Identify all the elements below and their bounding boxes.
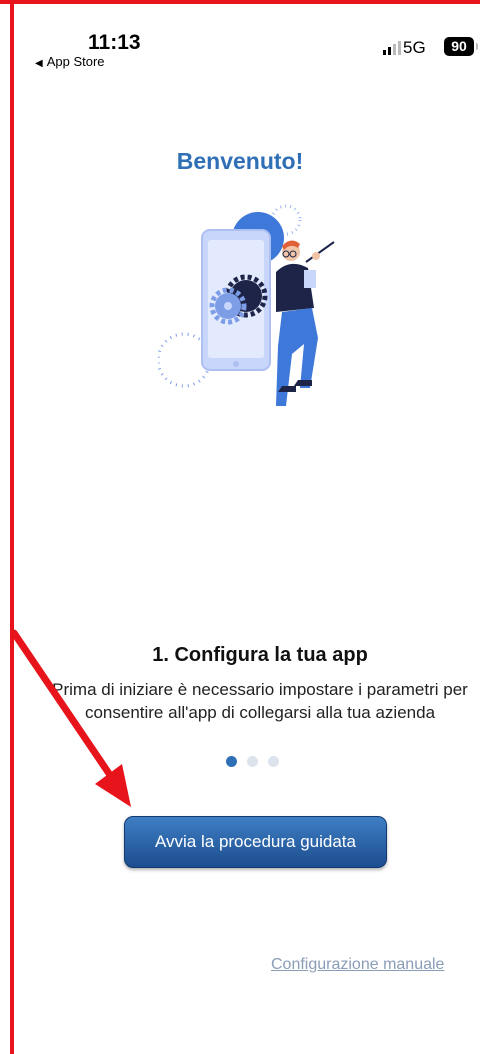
- back-label: App Store: [46, 54, 105, 69]
- status-bar: 11:13 ◀ App Store 5G 90: [0, 0, 480, 80]
- back-to-app-store-link[interactable]: ◀ App Store: [35, 54, 105, 69]
- slide-description: Prima di iniziare è necessario impostare…: [52, 680, 468, 722]
- battery-tip: [476, 43, 478, 50]
- manual-configuration-link[interactable]: Configurazione manuale: [271, 956, 444, 974]
- start-guided-setup-button[interactable]: Avvia la procedura guidata: [124, 816, 387, 868]
- page-indicator[interactable]: [226, 754, 289, 767]
- page-dot-3[interactable]: [268, 756, 279, 767]
- status-time: 11:13: [88, 31, 141, 54]
- page-dot-1[interactable]: [226, 756, 237, 767]
- welcome-title: Benvenuto!: [176, 148, 304, 174]
- back-arrow-icon: ◀: [35, 58, 43, 69]
- setup-illustration: [158, 204, 335, 406]
- page-dot-2[interactable]: [247, 756, 258, 767]
- network-type: 5G: [403, 38, 426, 57]
- slide-heading: 1. Configura la tua app: [152, 644, 368, 666]
- battery-icon: 90: [444, 37, 474, 56]
